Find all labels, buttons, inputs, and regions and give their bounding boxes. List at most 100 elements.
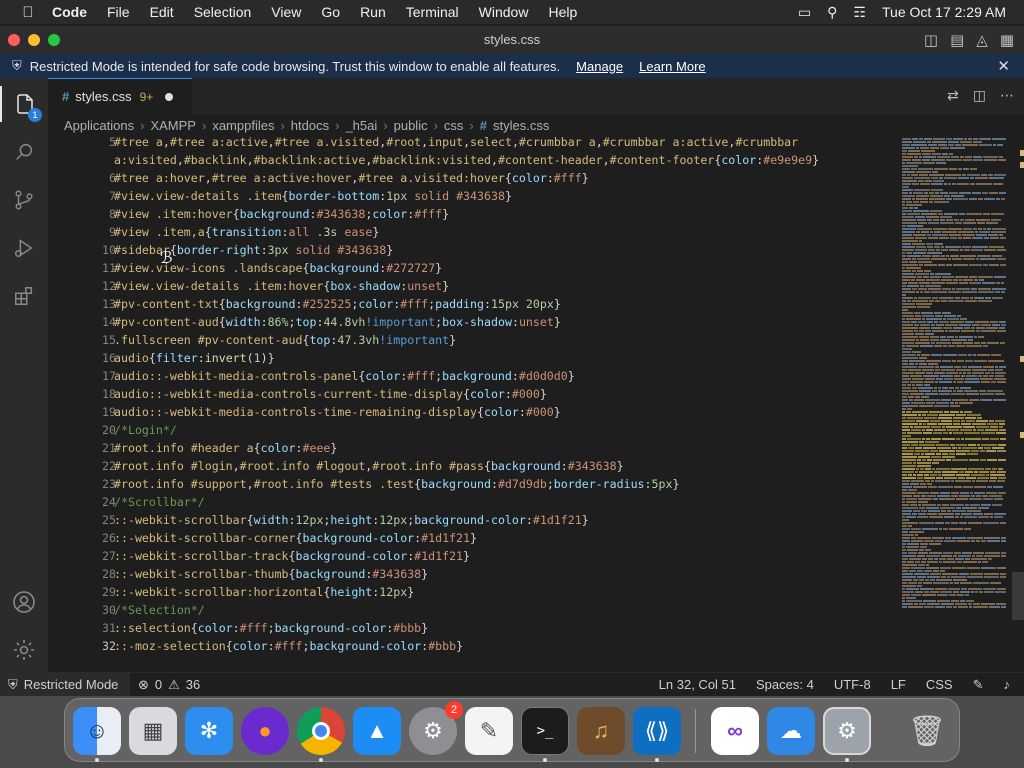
tab-styles-css[interactable]: # styles.css 9+ — [48, 78, 192, 114]
code-line[interactable]: 21 #root.info #header a{color:#eee} — [48, 439, 900, 457]
notifications-bell-icon[interactable]: ♪ — [1004, 677, 1011, 693]
menu-selection[interactable]: Selection — [194, 4, 252, 20]
code-text[interactable]: a:visited,#backlink,#backlink:active,#ba… — [114, 151, 819, 169]
code-text[interactable]: #view.view-details .item:hover{box-shado… — [114, 277, 449, 295]
search-icon[interactable] — [0, 134, 48, 170]
finder-icon[interactable]: ☺ — [73, 707, 121, 755]
code-line[interactable]: 12 #view.view-details .item:hover{box-sha… — [48, 277, 900, 295]
vscode-icon[interactable]: ⟪⟫ — [633, 707, 681, 755]
encoding[interactable]: UTF-8 — [834, 677, 871, 693]
menu-window[interactable]: Window — [479, 4, 529, 20]
scrollbar-thumb[interactable] — [1012, 572, 1024, 620]
more-actions-icon[interactable]: ⋯ — [1000, 87, 1014, 104]
code-text[interactable]: #tree a,#tree a:active,#tree a.visited,#… — [114, 133, 798, 151]
code-text[interactable]: audio::-webkit-media-controls-current-ti… — [114, 385, 547, 403]
explorer-icon[interactable]: 1 — [0, 86, 48, 122]
code-line[interactable]: 23 #root.info #support,#root.info #tests … — [48, 475, 900, 493]
feedback-icon[interactable]: ✎ — [973, 677, 984, 693]
system-preferences-icon[interactable]: ⚙ — [823, 707, 871, 755]
code-text[interactable]: audio{filter:invert(1)} — [114, 349, 275, 367]
chrome-icon[interactable] — [297, 707, 345, 755]
customize-layout-icon[interactable]: ▦ — [1000, 31, 1014, 49]
menu-run[interactable]: Run — [360, 4, 386, 20]
toggle-secondary-sidebar-icon[interactable]: ◬ — [976, 31, 988, 49]
code-editor[interactable]: 5 #tree a,#tree a:active,#tree a.visited,… — [48, 133, 900, 672]
code-text[interactable]: ::selection{color:#fff;background-color:… — [114, 619, 428, 637]
split-editor-icon[interactable]: ◫ — [973, 87, 986, 104]
firefox-icon[interactable]: ● — [241, 707, 289, 755]
code-text[interactable]: ::-webkit-scrollbar-corner{background-co… — [114, 529, 477, 547]
banner-learn-more-link[interactable]: Learn More — [639, 59, 705, 74]
code-text[interactable]: #view .item:hover{background:#343638;col… — [114, 205, 449, 223]
breadcrumb-item[interactable]: _h5ai — [345, 118, 377, 133]
menu-edit[interactable]: Edit — [150, 4, 174, 20]
code-line[interactable]: 25::-webkit-scrollbar{width:12px;height:… — [48, 511, 900, 529]
toggle-panel-icon[interactable]: ▤ — [950, 31, 964, 49]
code-line[interactable]: 15 .fullscreen #pv-content-aud{top:47.3vh… — [48, 331, 900, 349]
textedit-icon[interactable]: ✎ — [465, 707, 513, 755]
code-line[interactable]: 7 #view.view-details .item{border-bottom:… — [48, 187, 900, 205]
code-text[interactable]: /*Scrollbar*/ — [114, 493, 205, 511]
extensions-icon[interactable] — [0, 278, 48, 314]
code-text[interactable]: #root.info #login,#root.info #logout,#ro… — [114, 457, 624, 475]
code-line[interactable]: 29::-webkit-scrollbar:horizontal{height:… — [48, 583, 900, 601]
code-line[interactable]: 11 #view.view-icons .landscape{background… — [48, 259, 900, 277]
spotlight-search-icon[interactable]: ⚲ — [827, 4, 837, 21]
code-text[interactable]: /*Selection*/ — [114, 601, 205, 619]
code-text[interactable]: #view.view-details .item{border-bottom:1… — [114, 187, 512, 205]
restricted-mode-indicator[interactable]: ⛨ Restricted Mode — [0, 673, 130, 696]
system-settings-icon[interactable]: ⚙ 2 — [409, 701, 463, 755]
code-line[interactable]: 5 #tree a,#tree a:active,#tree a.visited,… — [48, 133, 900, 151]
code-text[interactable]: #root.info #header a{color:#eee} — [114, 439, 337, 457]
breadcrumb-item[interactable]: XAMPP — [150, 118, 196, 133]
code-text[interactable]: #view .item,a{transition:all .3s ease} — [114, 223, 379, 241]
visual-studio-icon[interactable]: ∞ — [711, 707, 759, 755]
terminal-icon[interactable]: >_ — [521, 707, 569, 755]
code-line[interactable]: 32::-moz-selection{color:#fff;background… — [48, 637, 900, 655]
code-line[interactable]: 26::-webkit-scrollbar-corner{background-… — [48, 529, 900, 547]
screen-mirroring-icon[interactable]: ▭ — [798, 4, 811, 21]
safari-icon[interactable]: ✻ — [185, 707, 233, 755]
source-control-icon[interactable] — [0, 182, 48, 218]
minimap[interactable] — [900, 136, 1012, 626]
code-line[interactable]: 6 #tree a:hover,#tree a:active:hover,#tre… — [48, 169, 900, 187]
menu-app-code[interactable]: Code — [52, 4, 87, 20]
menu-go[interactable]: Go — [321, 4, 340, 20]
accounts-icon[interactable] — [0, 584, 48, 620]
close-icon[interactable]: ✕ — [997, 57, 1010, 75]
code-line[interactable]: 27::-webkit-scrollbar-track{background-c… — [48, 547, 900, 565]
breadcrumb-item[interactable]: xamppfiles — [212, 118, 274, 133]
vertical-scrollbar[interactable] — [1012, 136, 1024, 672]
app-store-icon[interactable]: ▲ — [353, 707, 401, 755]
launchpad-icon[interactable]: ▦ — [129, 707, 177, 755]
code-text[interactable]: #sidebar{border-right:3px solid #343638} — [114, 241, 393, 259]
code-text[interactable]: #root.info #support,#root.info #tests .t… — [114, 475, 679, 493]
code-text[interactable]: /*Login*/ — [114, 421, 177, 439]
breadcrumb-item[interactable]: styles.css — [493, 118, 549, 133]
code-line[interactable]: 19 audio::-webkit-media-controls-time-rem… — [48, 403, 900, 421]
end-of-line[interactable]: LF — [891, 677, 906, 693]
code-text[interactable]: audio::-webkit-media-controls-time-remai… — [114, 403, 561, 421]
code-text[interactable]: #pv-content-aud{width:86%;top:44.8vh!imp… — [114, 313, 561, 331]
open-changes-icon[interactable]: ⇄ — [947, 87, 959, 104]
banner-manage-link[interactable]: Manage — [576, 59, 623, 74]
code-line[interactable]: 22 #root.info #login,#root.info #logout,#… — [48, 457, 900, 475]
code-line[interactable]: 17 audio::-webkit-media-controls-panel{co… — [48, 367, 900, 385]
code-line[interactable]: a:visited,#backlink,#backlink:active,#ba… — [48, 151, 900, 169]
trash-icon[interactable]: 🗑 — [903, 707, 951, 755]
code-line[interactable]: 13 #pv-content-txt{background:#252525;col… — [48, 295, 900, 313]
weather-icon[interactable]: ☁ — [767, 707, 815, 755]
breadcrumb-item[interactable]: css — [444, 118, 464, 133]
code-text[interactable]: ::-webkit-scrollbar-track{background-col… — [114, 547, 470, 565]
indentation[interactable]: Spaces: 4 — [756, 677, 814, 693]
code-text[interactable]: audio::-webkit-media-controls-panel{colo… — [114, 367, 575, 385]
instruments-icon[interactable]: ♫ — [577, 707, 625, 755]
code-line[interactable]: 28::-webkit-scrollbar-thumb{background:#… — [48, 565, 900, 583]
breadcrumb-item[interactable]: public — [394, 118, 428, 133]
code-text[interactable]: #tree a:hover,#tree a:active:hover,#tree… — [114, 169, 589, 187]
problems-indicator[interactable]: ⊗ 0 ⚠ 36 — [138, 677, 200, 693]
code-text[interactable]: ::-webkit-scrollbar-thumb{background:#34… — [114, 565, 428, 583]
code-text[interactable]: ::-moz-selection{color:#fff;background-c… — [114, 637, 463, 655]
breadcrumb-item[interactable]: htdocs — [291, 118, 329, 133]
menubar-clock[interactable]: Tue Oct 17 2:29 AM — [882, 4, 1006, 20]
